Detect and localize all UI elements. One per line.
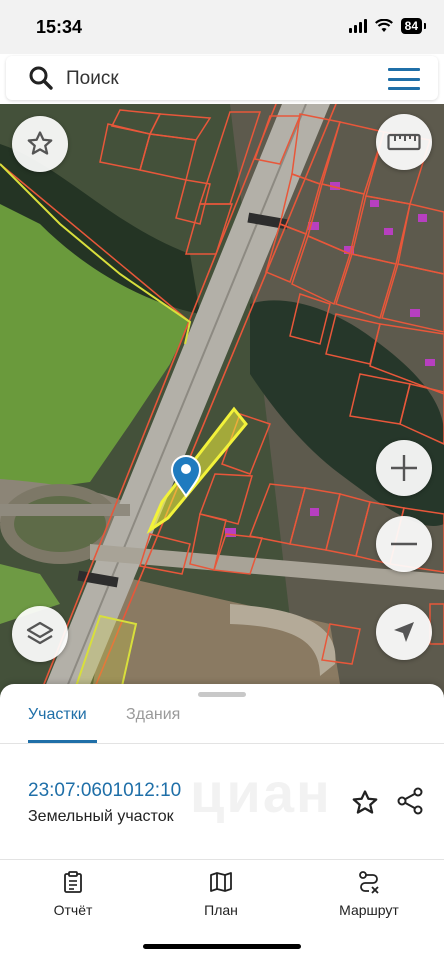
layers-button[interactable] — [12, 606, 68, 662]
nav-plan[interactable]: План — [166, 870, 276, 918]
bottom-sheet[interactable]: Участки Здания циан 23:07:0601012:10 Зем… — [0, 684, 444, 960]
nav-route[interactable]: Маршрут — [314, 870, 424, 918]
star-outline-icon[interactable] — [350, 788, 380, 818]
wifi-icon — [374, 19, 393, 32]
status-time: 15:34 — [36, 17, 83, 37]
cellular-signal-icon — [348, 19, 367, 33]
sheet-drag-handle[interactable] — [198, 692, 246, 697]
search-bar[interactable]: Поиск — [6, 56, 438, 100]
route-icon — [359, 871, 379, 894]
navigation-arrow-icon — [394, 622, 414, 642]
clipboard-icon — [64, 871, 82, 893]
share-icon[interactable] — [395, 786, 425, 816]
status-icons: 84 — [348, 18, 427, 34]
ruler-icon — [387, 133, 421, 151]
tab-parcels[interactable]: Участки — [28, 706, 87, 724]
tab-bar: Участки Здания — [0, 704, 444, 744]
parcel-type: Земельный участок — [28, 808, 174, 825]
nav-plan-label: План — [204, 902, 238, 918]
parcel-result-item[interactable]: циан 23:07:0601012:10 Земельный участок — [0, 744, 444, 860]
satellite-map[interactable] — [0, 104, 444, 704]
battery-icon: 84 — [400, 18, 427, 34]
map-icon — [210, 872, 232, 892]
search-icon — [29, 66, 53, 90]
bottom-navigation: Отчёт План Маршрут — [0, 860, 444, 926]
locate-button[interactable] — [376, 604, 432, 660]
layers-icon — [26, 621, 54, 645]
cadastral-number[interactable]: 23:07:0601012:10 — [28, 780, 181, 802]
menu-icon[interactable] — [388, 68, 420, 90]
active-tab-indicator — [28, 740, 97, 743]
minus-icon — [391, 542, 417, 546]
ruler-button[interactable] — [376, 114, 432, 170]
favorites-button[interactable] — [12, 116, 68, 172]
nav-route-label: Маршрут — [339, 902, 399, 918]
zoom-in-button[interactable] — [376, 440, 432, 496]
nav-report[interactable]: Отчёт — [18, 870, 128, 918]
map-view[interactable] — [0, 104, 444, 704]
tab-buildings[interactable]: Здания — [126, 706, 180, 724]
status-bar: 15:34 84 — [0, 0, 444, 54]
zoom-out-button[interactable] — [376, 516, 432, 572]
nav-report-label: Отчёт — [53, 902, 93, 918]
home-indicator — [143, 944, 301, 949]
cian-watermark: циан — [190, 761, 332, 824]
plus-icon — [391, 455, 417, 481]
search-input[interactable]: Поиск — [66, 68, 119, 90]
star-outline-icon — [27, 131, 53, 155]
